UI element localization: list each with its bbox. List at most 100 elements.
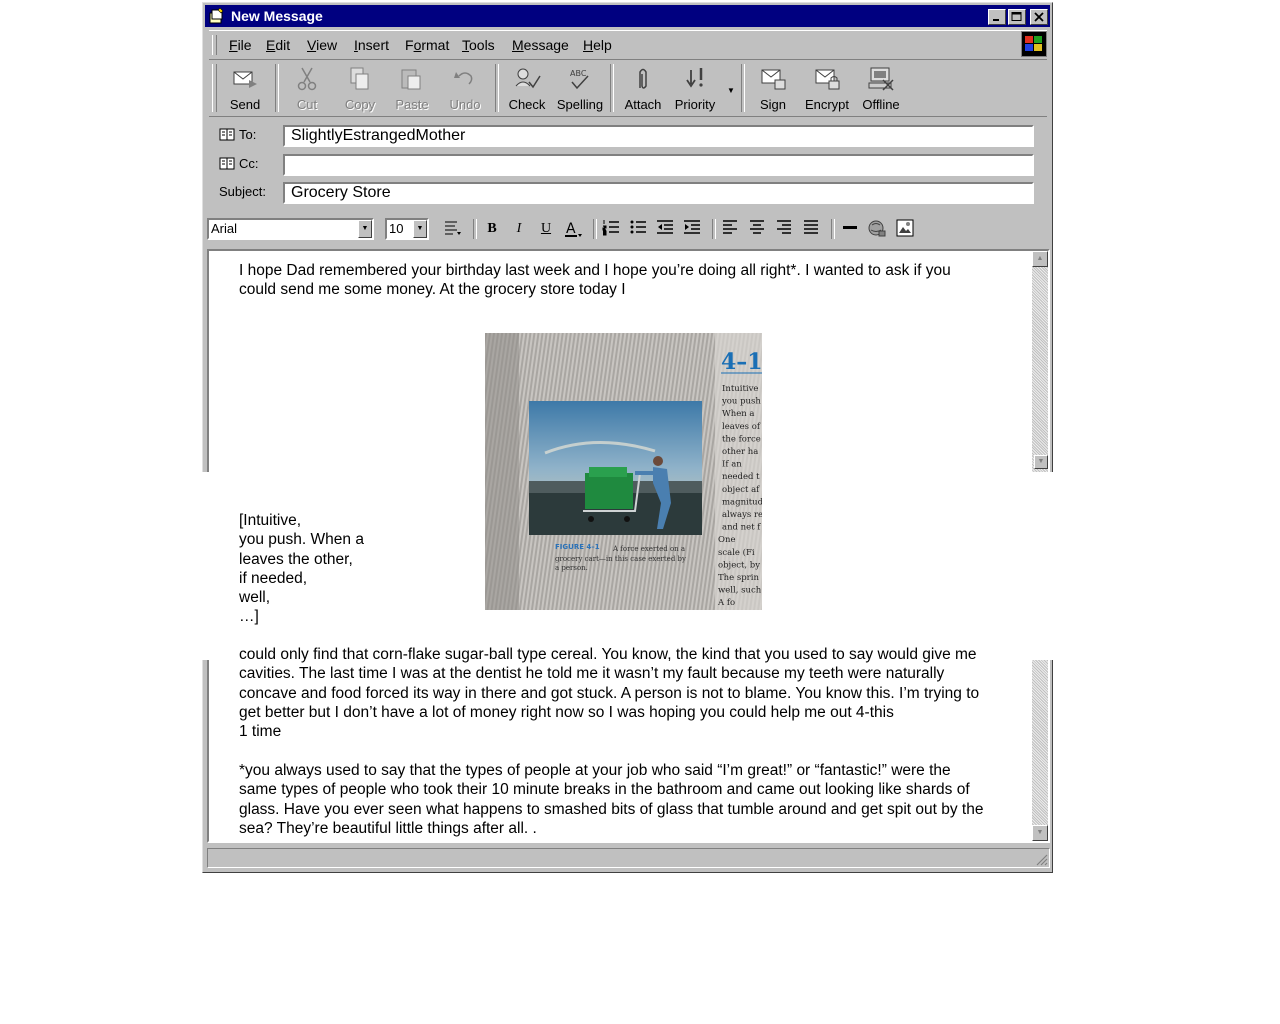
body-line: sea? They’re beautiful little things aft… <box>239 819 537 837</box>
check-names-button[interactable]: Check <box>501 62 553 114</box>
menu-tools[interactable]: Tools <box>462 37 495 53</box>
subject-field[interactable]: Grocery Store <box>283 182 1034 204</box>
minimize-button[interactable] <box>988 9 1006 25</box>
to-field[interactable]: SlightlyEstrangedMother <box>283 125 1034 147</box>
italic-button[interactable]: I <box>508 218 530 240</box>
priority-dropdown-arrow[interactable]: ▼ <box>727 86 735 95</box>
body-paragraph-1: I hope Dad remembered your birthday last… <box>239 261 951 300</box>
send-icon <box>233 71 257 88</box>
font-select[interactable]: Arial ▼ <box>207 218 374 240</box>
column-text-line: magnitud <box>722 497 762 507</box>
font-color-button[interactable]: A <box>562 218 584 240</box>
address-book-icon <box>219 128 235 141</box>
column-text-line: scale (Fi <box>718 547 755 558</box>
figure-caption-3: a person. <box>555 564 588 572</box>
scroll-down-arrow[interactable]: ▼ <box>1032 825 1048 841</box>
increase-indent-button[interactable] <box>681 218 703 240</box>
scroll-up-arrow[interactable]: ▲ <box>1032 251 1048 267</box>
figure-caption-2: grocery cart—in this case exerted by <box>555 555 686 563</box>
new-message-icon <box>209 8 224 24</box>
title-bar[interactable]: New Message <box>205 5 1050 27</box>
bold-button[interactable]: B <box>481 218 503 240</box>
align-left-icon <box>723 220 737 234</box>
priority-button[interactable]: Priority <box>669 62 721 114</box>
window-title: New Message <box>231 8 323 24</box>
excerpt-line: …] <box>239 608 259 626</box>
excerpt-line: well, <box>239 589 271 607</box>
menu-message[interactable]: Message <box>512 37 569 53</box>
to-label[interactable]: To: <box>219 127 256 142</box>
close-button[interactable] <box>1030 9 1048 25</box>
chevron-down-icon[interactable]: ▼ <box>413 220 427 238</box>
scroll-down-arrow-upper[interactable]: ▼ <box>1034 455 1048 469</box>
align-center-button[interactable] <box>746 218 768 240</box>
horizontal-line-icon <box>843 226 857 229</box>
spelling-icon: ABC <box>570 69 589 90</box>
increase-indent-icon <box>684 220 700 234</box>
column-text-line: When a <box>722 409 755 419</box>
menu-view[interactable]: View <box>307 37 337 53</box>
textbook-photo-illustration: FIGURE 4–1 A force exerted on a grocery … <box>485 333 762 610</box>
column-text-line: A fo <box>717 598 735 608</box>
bulleted-list-icon <box>630 220 646 234</box>
insert-picture-button[interactable] <box>894 218 916 240</box>
column-text-line: the force <box>722 434 761 444</box>
spelling-button[interactable]: ABC Spelling <box>554 62 606 114</box>
format-separator <box>473 219 477 239</box>
justify-button[interactable] <box>800 218 822 240</box>
body-line: could send me some money. At the grocery… <box>239 281 626 299</box>
menu-format[interactable]: Format <box>405 37 449 53</box>
align-center-icon <box>750 220 764 234</box>
undo-button[interactable]: Undo <box>439 62 491 114</box>
encrypt-button[interactable]: Encrypt <box>801 62 853 114</box>
paperclip-icon <box>639 68 647 89</box>
excerpt-line: you push. When a <box>239 531 364 549</box>
align-left-button[interactable] <box>719 218 741 240</box>
decrease-indent-button[interactable] <box>654 218 676 240</box>
paste-icon <box>401 69 421 90</box>
attach-button[interactable]: Attach <box>617 62 669 114</box>
copy-button[interactable]: Copy <box>334 62 386 114</box>
cc-field[interactable] <box>283 154 1034 176</box>
cut-button[interactable]: Cut <box>281 62 333 114</box>
body-line: 1 time <box>239 723 282 741</box>
justify-icon <box>804 220 818 234</box>
paste-button[interactable]: Paste <box>386 62 438 114</box>
toolbar: Send Cut Copy Paste Undo Check ABC Spell… <box>209 60 1047 117</box>
sign-icon <box>761 69 786 90</box>
scissors-icon <box>297 67 317 91</box>
body-line: get better but I don’t have a lot of mon… <box>239 703 894 721</box>
bulleted-list-button[interactable] <box>627 218 649 240</box>
section-heading: 4–1 <box>721 349 762 375</box>
numbered-list-button[interactable] <box>600 218 622 240</box>
menu-bar: File Edit View Insert Format Tools Messa… <box>209 30 1047 60</box>
close-icon <box>1034 12 1044 22</box>
cc-label[interactable]: Cc: <box>219 156 259 171</box>
format-separator <box>593 219 597 239</box>
body-line: *you always used to say that the types o… <box>239 762 951 779</box>
align-right-button[interactable] <box>773 218 795 240</box>
column-text-line: One <box>718 535 735 545</box>
column-text-line: object, by <box>718 560 760 570</box>
underline-button[interactable]: U <box>535 218 557 240</box>
resize-grip-icon[interactable] <box>1034 852 1048 866</box>
menu-insert[interactable]: Insert <box>354 37 389 53</box>
offline-button[interactable]: Offline <box>855 62 907 114</box>
body-line: I hope Dad remembered your birthday last… <box>239 262 951 279</box>
menu-help[interactable]: Help <box>583 37 612 53</box>
copy-icon <box>350 67 369 90</box>
horizontal-line-button[interactable] <box>839 218 861 240</box>
chevron-down-icon[interactable]: ▼ <box>358 220 372 238</box>
picture-icon <box>896 219 914 237</box>
menu-file[interactable]: File <box>229 37 252 53</box>
send-button[interactable]: Send <box>219 62 271 114</box>
menu-edit[interactable]: Edit <box>266 37 290 53</box>
maximize-button[interactable] <box>1008 9 1026 25</box>
paragraph-style-button[interactable] <box>441 218 463 240</box>
menu-grip[interactable] <box>212 35 217 55</box>
insert-link-button[interactable] <box>866 218 888 240</box>
font-size-select[interactable]: 10 ▼ <box>385 218 429 240</box>
sign-button[interactable]: Sign <box>747 62 799 114</box>
windows-logo-icon <box>1021 31 1047 57</box>
format-separator <box>831 219 835 239</box>
